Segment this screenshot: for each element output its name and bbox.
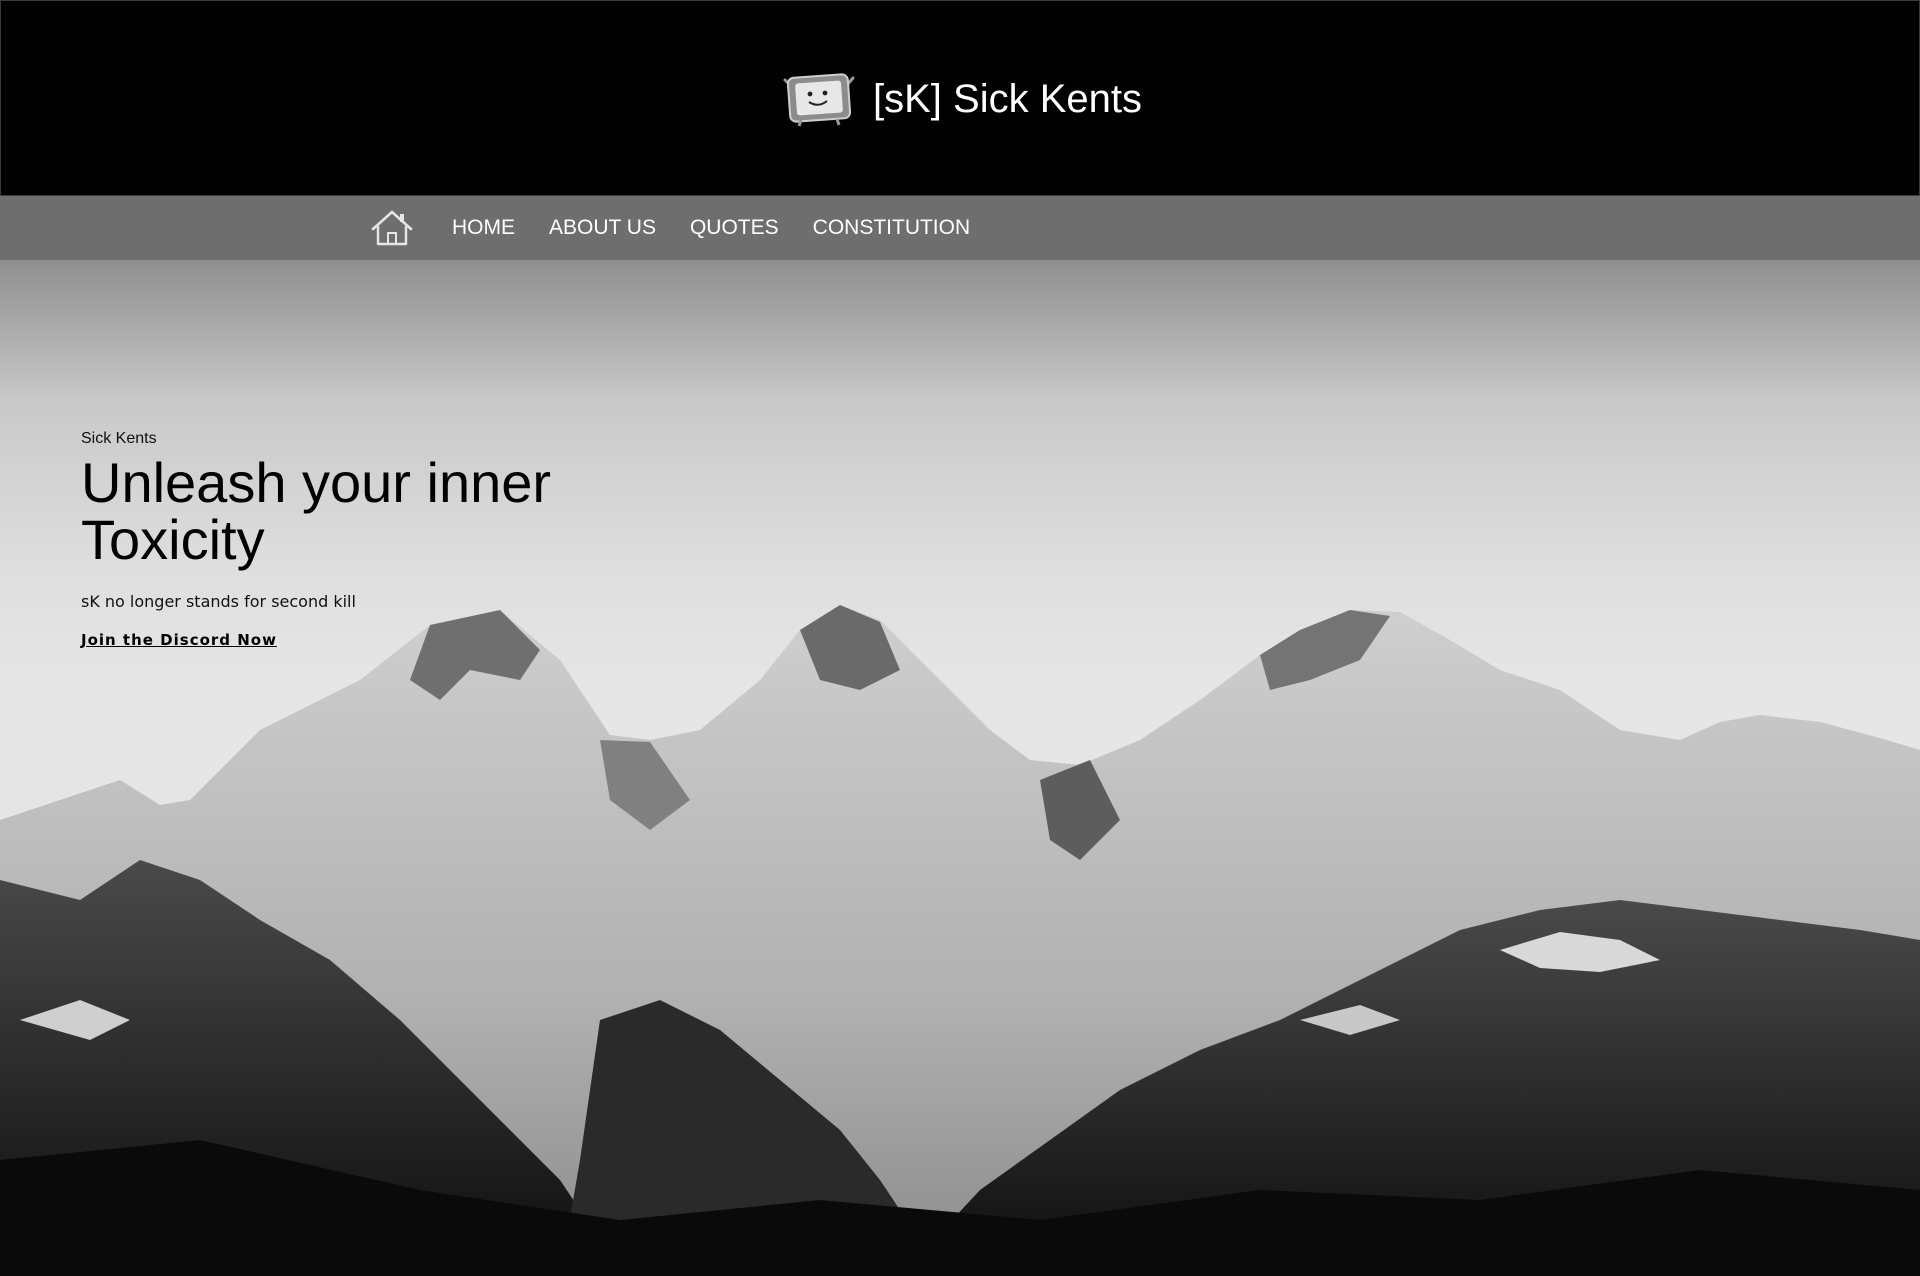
nav-item-constitution[interactable]: CONSTITUTION: [813, 216, 971, 240]
brand[interactable]: [sK] Sick Kents: [779, 69, 1142, 129]
site-header: [sK] Sick Kents: [0, 0, 1920, 196]
hero-headline-line-1: Unleash your inner: [81, 451, 552, 514]
nav-item-about-us[interactable]: ABOUT US: [549, 216, 656, 240]
hero-content: Sick Kents Unleash your inner Toxicity s…: [81, 430, 641, 650]
nav-item-quotes[interactable]: QUOTES: [690, 216, 779, 240]
main-nav: HOME ABOUT US QUOTES CONSTITUTION: [0, 196, 1920, 260]
nav-item-home[interactable]: HOME: [452, 216, 515, 240]
hero-section: Sick Kents Unleash your inner Toxicity s…: [0, 260, 1920, 1276]
tv-mascot-icon: [783, 73, 855, 127]
hero-headline-line-2: Toxicity: [81, 508, 265, 571]
mountain-background-image: [0, 605, 1920, 1276]
hero-headline: Unleash your inner Toxicity: [81, 454, 641, 568]
hero-tagline: sK no longer stands for second kill: [81, 592, 356, 611]
hero-eyebrow: Sick Kents: [81, 430, 157, 447]
site-title[interactable]: [sK] Sick Kents: [873, 79, 1142, 119]
house-icon[interactable]: [369, 208, 415, 248]
nav-menu: HOME ABOUT US QUOTES CONSTITUTION: [452, 196, 1004, 260]
discord-cta-link[interactable]: Join the Discord Now: [81, 631, 277, 649]
